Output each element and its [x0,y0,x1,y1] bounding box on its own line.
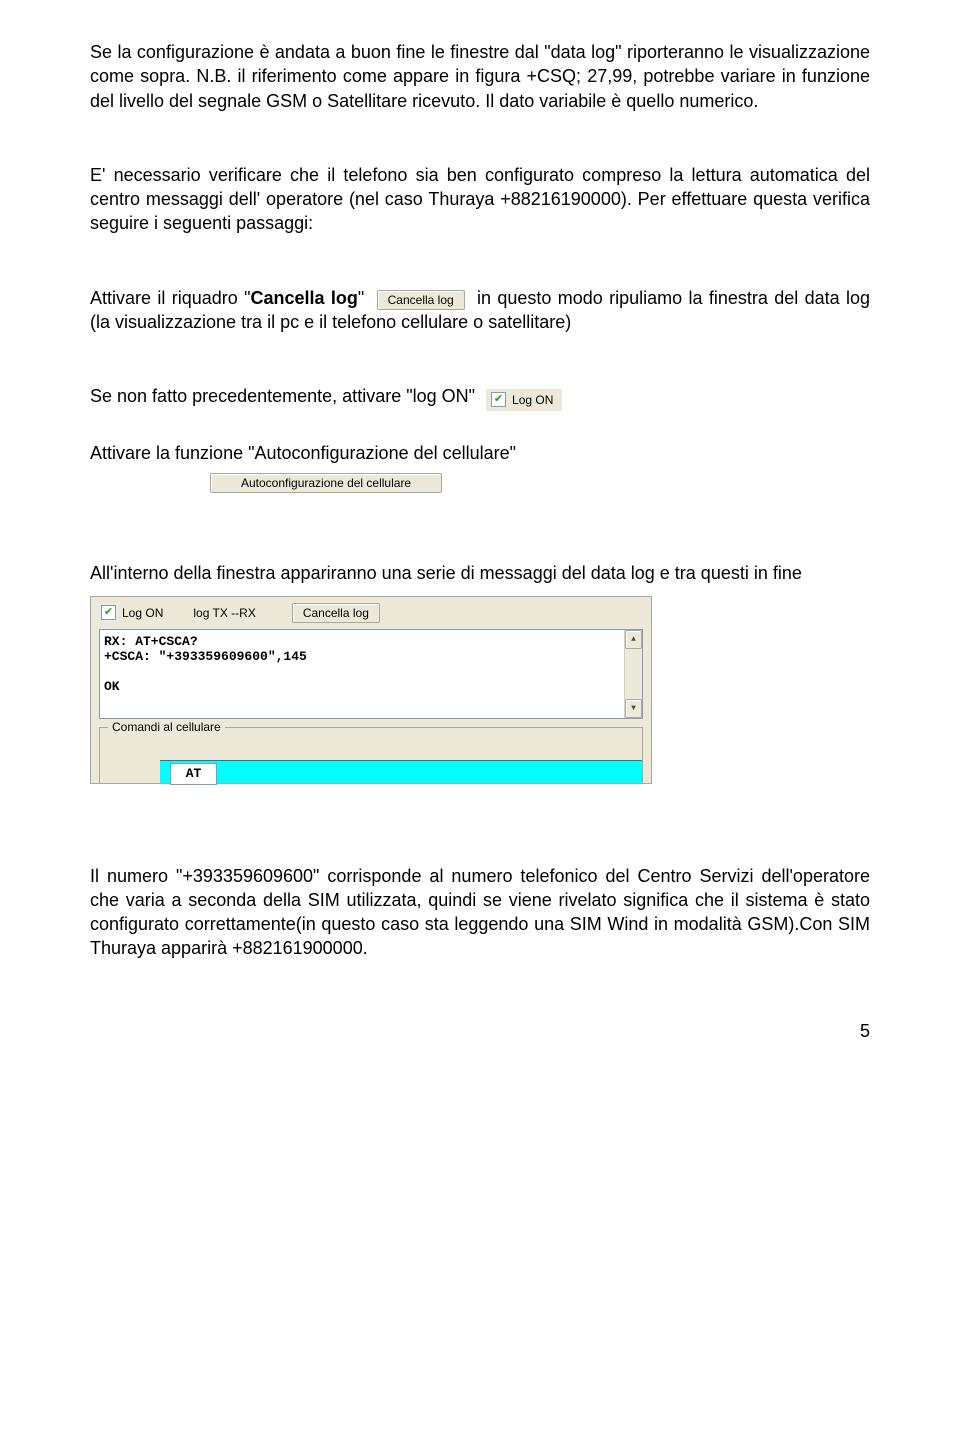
log-txrx-label: log TX --RX [193,606,255,620]
document-page: Se la configurazione è andata a buon fin… [0,0,960,1072]
fieldset-legend: Comandi al cellulare [108,720,225,734]
cyan-bar [160,760,642,783]
ui-screenshot-panel: ✔ Log ON log TX --RX Cancella log RX: AT… [90,596,652,784]
cancella-log-button-panel[interactable]: Cancella log [292,603,380,623]
cancella-log-button-inline[interactable]: Cancella log [377,290,465,310]
cancella-line: Attivare il riquadro "Cancella log" Canc… [90,286,870,335]
panel-toolbar: ✔ Log ON log TX --RX Cancella log [91,597,651,629]
at-input[interactable]: AT [170,763,217,785]
text-fragment: Attivare il riquadro " [90,288,251,308]
text-fragment: Se non fatto precedentemente, attivare "… [90,386,480,406]
comandi-fieldset: Comandi al cellulare AT [99,727,643,783]
logon-line: Se non fatto precedentemente, attivare "… [90,384,870,411]
logon-checkbox-inline[interactable]: ✔ Log ON [486,389,562,411]
autoconfig-button[interactable]: Autoconfigurazione del cellulare [210,473,442,493]
scrollbar[interactable]: ▲▼ [624,630,642,718]
log-content: RX: AT+CSCA? +CSCA: "+393359609600",145 … [104,634,307,694]
checkbox-icon: ✔ [491,392,506,407]
text-fragment: " [358,288,371,308]
page-number: 5 [90,1021,870,1042]
logon-checkbox-panel[interactable]: ✔ Log ON [101,605,163,620]
paragraph-messages: All'interno della finestra appariranno u… [90,561,870,585]
checkbox-label: Log ON [122,606,163,620]
autoconfig-line: Attivare la funzione "Autoconfigurazione… [90,441,870,465]
checkbox-icon: ✔ [101,605,116,620]
text-bold: Cancella log [251,288,358,308]
log-textarea[interactable]: RX: AT+CSCA? +CSCA: "+393359609600",145 … [99,629,643,719]
paragraph-last: Il numero "+393359609600" corrisponde al… [90,864,870,961]
scroll-down-icon[interactable]: ▼ [625,699,642,718]
scroll-up-icon[interactable]: ▲ [625,630,642,649]
checkbox-label: Log ON [512,392,553,408]
paragraph-intro: Se la configurazione è andata a buon fin… [90,40,870,113]
paragraph-verify: E' necessario verificare che il telefono… [90,163,870,236]
